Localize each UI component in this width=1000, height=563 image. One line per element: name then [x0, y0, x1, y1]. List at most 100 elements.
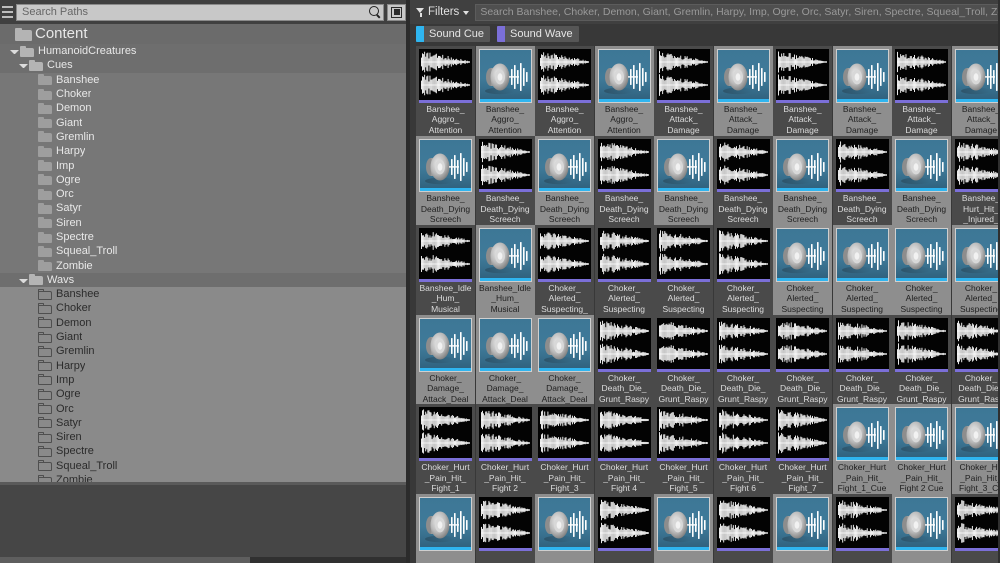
asset-tile[interactable]: Banshee_ Death_Dying Screech [714, 136, 773, 226]
asset-tile[interactable]: Banshee_ Attack_ Damage [833, 46, 892, 136]
tree-item-ogre-25[interactable]: Ogre [0, 387, 410, 401]
tree-item-gremlin-7[interactable]: Gremlin [0, 130, 410, 144]
asset-tile[interactable]: Choker_Hurt _Pain_Hit_ Fight 2 [476, 404, 535, 494]
asset-tile[interactable] [476, 494, 535, 563]
expand-arrow-icon[interactable] [19, 64, 28, 68]
tree-item-zombie-16[interactable]: Zombie [0, 258, 410, 272]
asset-tile[interactable]: Banshee_ Aggro_ Attention [595, 46, 654, 136]
asset-tile[interactable]: Choker_ Alerted_ Suspecting [654, 225, 713, 315]
tree-item-cues-2[interactable]: Cues [0, 58, 410, 72]
asset-tile[interactable]: Banshee_ Death_Dying Screech [773, 136, 832, 226]
asset-tile[interactable]: Choker_ Death_Die_ Grunt_Raspy [595, 315, 654, 405]
tree-item-demon-5[interactable]: Demon [0, 101, 410, 115]
tree-item-orc-26[interactable]: Orc [0, 401, 410, 415]
asset-tile[interactable]: Choker_ Alerted_ Suspecting [833, 225, 892, 315]
asset-tile[interactable]: Banshee_ Death_Dying Screech [654, 136, 713, 226]
asset-tile[interactable]: Choker_ Death_Die_ Grunt_Raspy [654, 315, 713, 405]
asset-grid-scroll[interactable]: Banshee_ Aggro_ Attention Banshee_ Ag [410, 44, 1000, 563]
search-paths-input[interactable]: Search Paths [16, 4, 384, 21]
asset-tile[interactable]: Choker_Hurt _Pain_Hit_ Fight_1_Cue [833, 404, 892, 494]
filter-chip-sound-wave[interactable]: Sound Wave [497, 26, 579, 42]
horizontal-scrollbar[interactable] [0, 557, 410, 563]
list-view-icon[interactable] [387, 4, 406, 21]
asset-tile[interactable] [892, 494, 951, 563]
expand-arrow-icon[interactable] [10, 50, 19, 54]
asset-tile[interactable]: Choker_Hurt _Pain_Hit_ Fight_5 [654, 404, 713, 494]
tree-item-content-0[interactable]: Content [0, 24, 410, 44]
asset-tile[interactable]: Choker_ Damage_ Attack_Deal [416, 315, 475, 405]
asset-tile[interactable] [595, 494, 654, 563]
tree-item-demon-20[interactable]: Demon [0, 316, 410, 330]
tree-item-wavs-17[interactable]: Wavs [0, 273, 410, 287]
tree-item-spectre-14[interactable]: Spectre [0, 230, 410, 244]
tree-item-imp-24[interactable]: Imp [0, 373, 410, 387]
tree-item-siren-13[interactable]: Siren [0, 216, 410, 230]
tree-item-giant-6[interactable]: Giant [0, 115, 410, 129]
asset-tile[interactable]: Banshee_ Attack_ Damage [654, 46, 713, 136]
asset-tile[interactable]: Choker_ Death_Die_ Grunt_Rasp [952, 315, 1000, 405]
filter-chip-sound-cue[interactable]: Sound Cue [416, 26, 490, 42]
tree-item-ogre-10[interactable]: Ogre [0, 173, 410, 187]
tree-item-harpy-23[interactable]: Harpy [0, 359, 410, 373]
tree-item-giant-21[interactable]: Giant [0, 330, 410, 344]
tree-item-squeal-troll-15[interactable]: Squeal_Troll [0, 244, 410, 258]
asset-tile[interactable] [535, 494, 594, 563]
asset-tile[interactable]: Banshee_Idle _Hum_ Musical [416, 225, 475, 315]
asset-tile[interactable]: Choker_ Alerted_ Suspecting [773, 225, 832, 315]
asset-tile[interactable]: Choker_ Death_Die_ Grunt_Raspy [833, 315, 892, 405]
asset-tile[interactable]: Choker_ Alerted_ Suspecting [714, 225, 773, 315]
asset-tile[interactable]: Choker_ Damage_ Attack_Deal [535, 315, 594, 405]
asset-tile[interactable]: Choker_ Death_Die_ Grunt_Raspy [892, 315, 951, 405]
asset-tile[interactable] [714, 494, 773, 563]
tree-item-gremlin-22[interactable]: Gremlin [0, 344, 410, 358]
asset-tile[interactable] [773, 494, 832, 563]
asset-tile[interactable]: Choker_ Alerted_ Suspecting_ [535, 225, 594, 315]
asset-tile[interactable]: Banshee_ Attack_ Damage [714, 46, 773, 136]
tree-item-banshee-3[interactable]: Banshee [0, 73, 410, 87]
asset-tile[interactable]: Banshee_Idle _Hum_ Musical [476, 225, 535, 315]
asset-tile[interactable]: Choker_Hurt _Pain_Hit_ Fight 6 [714, 404, 773, 494]
asset-tile[interactable]: Banshee_ Death_Dying Screech [833, 136, 892, 226]
asset-tile[interactable] [952, 494, 1000, 563]
asset-tile[interactable]: Choker_Hurt _Pain_Hit_ Fight_7 [773, 404, 832, 494]
asset-tile[interactable]: Choker_ Alerted_ Suspecting [892, 225, 951, 315]
asset-tile[interactable]: Banshee_ Aggro_ Attention [476, 46, 535, 136]
asset-tile[interactable]: Choker_Hurt _Pain_Hit_ Fight 2 Cue [892, 404, 951, 494]
asset-tile[interactable]: Banshee_ Death_Dying Screech [535, 136, 594, 226]
asset-tile[interactable]: Choker_ Death_Die_ Grunt_Raspy [714, 315, 773, 405]
tree-item-spectre-29[interactable]: Spectre [0, 444, 410, 458]
asset-tile[interactable]: Banshee_ Hurt_Hit_ _Injured_ [952, 136, 1000, 226]
tree-item-satyr-27[interactable]: Satyr [0, 416, 410, 430]
expand-arrow-icon[interactable] [19, 279, 28, 283]
asset-tile[interactable]: Choker_Hurt _Pain_Hit_ Fight_1 [416, 404, 475, 494]
tree-item-humanoidcreatures-1[interactable]: HumanoidCreatures [0, 44, 410, 58]
tree-item-orc-11[interactable]: Orc [0, 187, 410, 201]
hamburger-icon[interactable] [2, 5, 13, 19]
asset-tile[interactable] [416, 494, 475, 563]
tree-item-harpy-8[interactable]: Harpy [0, 144, 410, 158]
tree-item-choker-19[interactable]: Choker [0, 301, 410, 315]
tree-item-imp-9[interactable]: Imp [0, 158, 410, 172]
scrollbar-thumb[interactable] [0, 557, 250, 563]
tree-item-satyr-12[interactable]: Satyr [0, 201, 410, 215]
asset-tile[interactable]: Choker_ Damage_ Attack_Deal [476, 315, 535, 405]
asset-tile[interactable]: Banshee_ Attack_ Damage [773, 46, 832, 136]
asset-tile[interactable]: Choker_Hurt _Pain_Hit_ Fight 4 [595, 404, 654, 494]
filters-button[interactable]: Filters [416, 6, 469, 18]
asset-tile[interactable]: Banshee_ Death_Dying Screech [476, 136, 535, 226]
search-assets-input[interactable]: Search Banshee, Choker, Demon, Giant, Gr… [475, 4, 1000, 21]
asset-tile[interactable]: Banshee_ Aggro_ Attention [416, 46, 475, 136]
asset-tile[interactable]: Choker_ Alerted_ Suspecting [952, 225, 1000, 315]
asset-tile[interactable]: Banshee_ Aggro_ Attention [535, 46, 594, 136]
asset-tile[interactable]: Banshee_ Death_Dying Screech [595, 136, 654, 226]
asset-tile[interactable]: Choker_Hurt _Pain_Hit_ Fight_3 [535, 404, 594, 494]
tree-item-siren-28[interactable]: Siren [0, 430, 410, 444]
asset-tile[interactable]: Choker_ Death_Die_ Grunt_Raspy [773, 315, 832, 405]
tree-item-banshee-18[interactable]: Banshee [0, 287, 410, 301]
paths-tree[interactable]: ContentHumanoidCreaturesCuesBansheeChoke… [0, 24, 410, 482]
asset-tile[interactable]: Banshee_ Death_Dying Screech [416, 136, 475, 226]
asset-tile[interactable]: Choker_ Alerted_ Suspecting [595, 225, 654, 315]
tree-item-squeal-troll-30[interactable]: Squeal_Troll [0, 459, 410, 473]
tree-item-choker-4[interactable]: Choker [0, 87, 410, 101]
asset-tile[interactable]: Choker_Hu _Pain_Hit_ Fight_3_Cu [952, 404, 1000, 494]
